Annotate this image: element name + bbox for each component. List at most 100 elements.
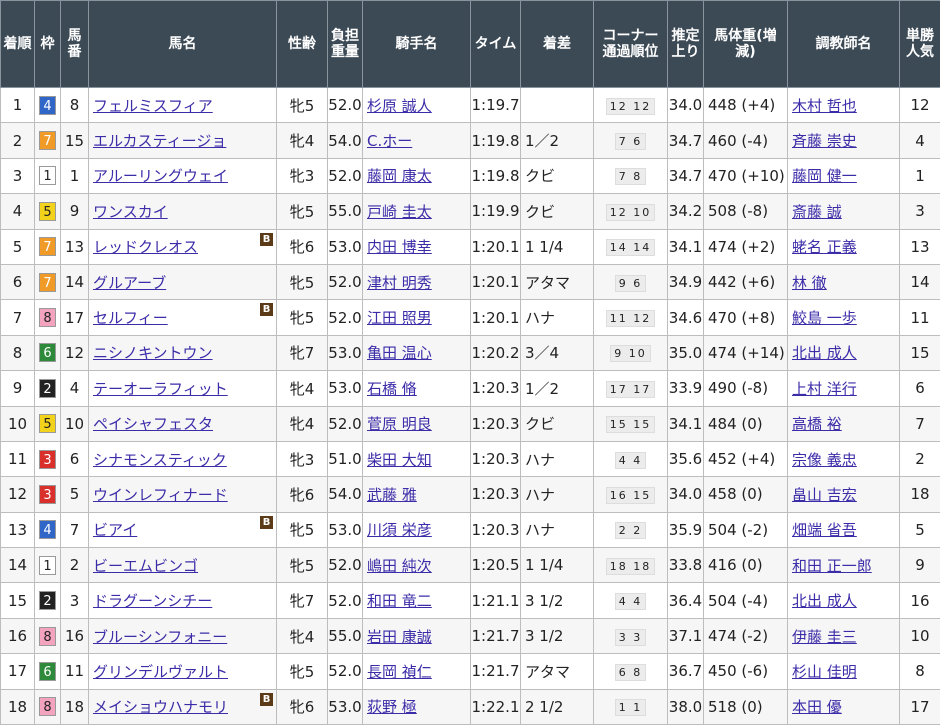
jockey-link[interactable]: 戸崎 圭太: [367, 203, 432, 221]
bodyweight-cell: 442 (+6): [703, 263, 788, 301]
horse-link[interactable]: レッドクレオス: [93, 238, 198, 256]
corner-cell: 16 15: [593, 476, 668, 513]
horse-link[interactable]: フェルミスフィア: [93, 97, 213, 115]
corner-positions: 12 10: [605, 203, 656, 221]
sexage-cell: 牝6: [276, 228, 328, 265]
weight-cell: 53.0: [327, 688, 363, 726]
jockey-link[interactable]: C.ホー: [367, 132, 412, 150]
time-cell: 1:19.9: [470, 193, 521, 230]
horse-link[interactable]: シナモンスティック: [93, 451, 227, 469]
corner-cell: 4 4: [593, 582, 668, 619]
header-waku: 枠: [34, 0, 61, 88]
corner-positions: 17 17: [605, 380, 656, 398]
horse-link[interactable]: セルフィー: [93, 309, 168, 327]
umaban-cell: 9: [60, 193, 89, 230]
trainer-link[interactable]: 上村 洋行: [792, 380, 857, 398]
trainer-link[interactable]: 藤岡 健一: [792, 167, 857, 185]
trainer-link[interactable]: 木村 哲也: [792, 97, 857, 115]
weight-cell: 52.0: [327, 157, 363, 195]
horse-link[interactable]: テーオーラフィット: [93, 380, 228, 398]
waku-cell: 3: [34, 476, 61, 513]
jockey-link[interactable]: 嶋田 純次: [367, 557, 432, 575]
jockey-link[interactable]: 川須 栄彦: [367, 521, 432, 539]
waku-badge: 4: [39, 520, 56, 540]
margin-cell: 1 1/4: [520, 547, 594, 584]
trainer-link[interactable]: 和田 正一郎: [792, 557, 872, 575]
jockey-link[interactable]: 藤岡 康太: [367, 167, 432, 185]
jockey-cell: 武藤 雅: [362, 476, 471, 513]
jockey-link[interactable]: 柴田 大知: [367, 451, 432, 469]
jockey-link[interactable]: 岩田 康誠: [367, 628, 432, 646]
horse-link[interactable]: ビーエムビンゴ: [93, 557, 198, 575]
trainer-link[interactable]: 斉藤 崇史: [792, 132, 857, 150]
trainer-link[interactable]: 宗像 義忠: [792, 451, 857, 469]
horse-cell: メイショウハナモリ B: [88, 688, 277, 726]
horse-link[interactable]: ブルーシンフォニー: [93, 628, 227, 646]
waku-badge: 2: [39, 591, 56, 611]
time-cell: 1:19.8: [470, 122, 521, 159]
header-row: 着順 枠 馬番 馬名 性齢 負担重量 騎手名 タイム 着差 コーナー通過順位 推…: [0, 0, 940, 88]
jockey-link[interactable]: 菅原 明良: [367, 415, 432, 433]
waku-cell: 7: [34, 263, 61, 301]
jockey-link[interactable]: 江田 照男: [367, 309, 432, 327]
trainer-link[interactable]: 林 徹: [792, 274, 827, 292]
horse-link[interactable]: ニシノキントウン: [93, 344, 213, 362]
trainer-cell: 畠山 吉宏: [787, 476, 900, 513]
horse-link[interactable]: ペイシャフェスタ: [93, 415, 213, 433]
jockey-link[interactable]: 内田 博幸: [367, 238, 432, 256]
header-jockey: 騎手名: [362, 0, 471, 88]
weight-cell: 53.0: [327, 334, 363, 372]
trainer-link[interactable]: 伊藤 圭三: [792, 628, 857, 646]
corner-positions: 14 14: [605, 239, 656, 257]
margin-cell: 3 1/2: [520, 617, 594, 655]
rank-cell: 5: [0, 228, 35, 265]
trainer-link[interactable]: 本田 優: [792, 698, 842, 716]
jockey-link[interactable]: 亀田 温心: [367, 344, 432, 362]
trainer-link[interactable]: 鮫島 一歩: [792, 309, 857, 327]
trainer-link[interactable]: 杉山 佳明: [792, 663, 857, 681]
horse-link[interactable]: ワンスカイ: [93, 203, 168, 221]
horse-cell: ニシノキントウン: [88, 334, 277, 372]
waku-cell: 7: [34, 228, 61, 265]
sexage-cell: 牝6: [276, 476, 328, 513]
popularity-cell: 2: [899, 440, 940, 478]
jockey-link[interactable]: 荻野 極: [367, 698, 417, 716]
trainer-link[interactable]: 北出 成人: [792, 592, 857, 610]
corner-cell: 1 1: [593, 688, 668, 726]
time-cell: 1:21.1: [470, 582, 521, 619]
corner-cell: 15 15: [593, 405, 668, 442]
jockey-link[interactable]: 石橋 脩: [367, 380, 417, 398]
jockey-link[interactable]: 杉原 誠人: [367, 97, 432, 115]
popularity-cell: 17: [899, 688, 940, 726]
margin-cell: [520, 86, 594, 124]
jockey-cell: 菅原 明良: [362, 405, 471, 442]
trainer-link[interactable]: 高橋 裕: [792, 415, 842, 433]
weight-cell: 52.0: [327, 263, 363, 301]
trainer-link[interactable]: 畑端 省吾: [792, 521, 857, 539]
trainer-link[interactable]: 北出 成人: [792, 344, 857, 362]
jockey-link[interactable]: 津村 明秀: [367, 274, 432, 292]
jockey-link[interactable]: 武藤 雅: [367, 486, 417, 504]
trainer-link[interactable]: 蛯名 正義: [792, 238, 857, 256]
jockey-link[interactable]: 長岡 禎仁: [367, 663, 432, 681]
horse-link[interactable]: ドラグーンシチー: [93, 592, 212, 610]
umaban-cell: 5: [60, 476, 89, 513]
horse-link[interactable]: メイショウハナモリ: [93, 698, 228, 716]
horse-link[interactable]: アルーリングウェイ: [93, 167, 228, 185]
popularity-cell: 13: [899, 228, 940, 265]
horse-link[interactable]: グルアーブ: [93, 274, 166, 292]
horse-link[interactable]: グリンデルヴァルト: [93, 663, 228, 681]
trainer-link[interactable]: 畠山 吉宏: [792, 486, 857, 504]
popularity-cell: 18: [899, 476, 940, 513]
bodyweight-cell: 458 (0): [703, 476, 788, 513]
header-time: タイム: [470, 0, 521, 88]
horse-link[interactable]: エルカスティージョ: [93, 132, 226, 150]
rank-cell: 17: [0, 653, 35, 690]
horse-link[interactable]: ビアイ: [93, 521, 137, 539]
horse-link[interactable]: ウインレフィナード: [93, 486, 228, 504]
waku-cell: 3: [34, 440, 61, 478]
rank-cell: 4: [0, 193, 35, 230]
weight-cell: 51.0: [327, 440, 363, 478]
jockey-link[interactable]: 和田 竜二: [367, 592, 432, 610]
trainer-link[interactable]: 斎藤 誠: [792, 203, 842, 221]
